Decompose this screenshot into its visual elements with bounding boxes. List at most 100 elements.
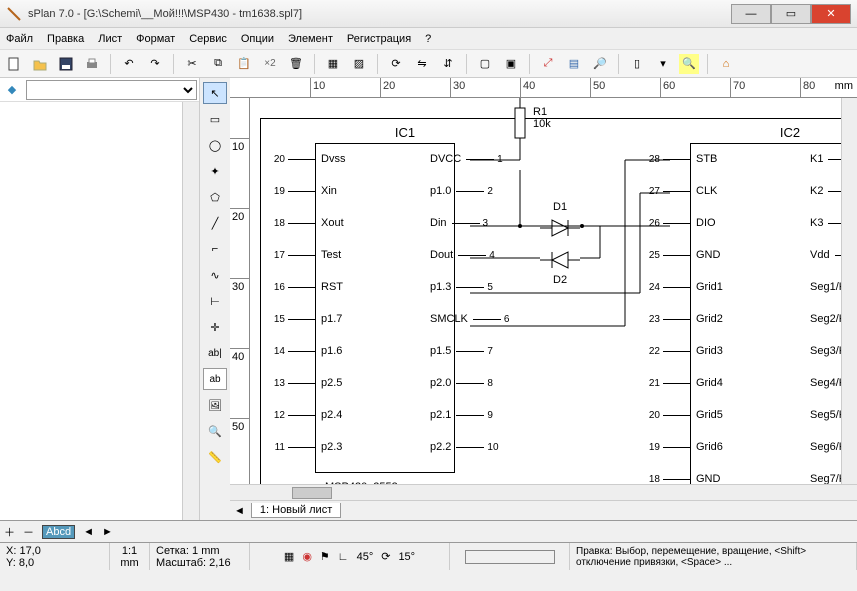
ungroup-icon[interactable]: ▣ bbox=[501, 54, 521, 74]
group-icon[interactable]: ▢ bbox=[475, 54, 495, 74]
vertical-scrollbar[interactable] bbox=[841, 98, 857, 484]
zoom-tool-icon[interactable]: 🔍 bbox=[679, 54, 699, 74]
paste-icon[interactable]: 📋 bbox=[234, 54, 254, 74]
menu-service[interactable]: Сервис bbox=[189, 33, 227, 45]
pin[interactable]: 19Xin bbox=[268, 185, 342, 197]
pin[interactable]: K3 bbox=[805, 217, 841, 229]
pin[interactable]: Vdd bbox=[805, 249, 841, 261]
library-icon[interactable]: ◆ bbox=[2, 80, 22, 100]
pin[interactable]: 23Grid2 bbox=[643, 313, 728, 325]
prev-icon[interactable]: ◄ bbox=[83, 526, 94, 538]
pin[interactable]: 9p2.1 bbox=[425, 409, 504, 421]
image-tool-icon[interactable]: 🖼 bbox=[203, 394, 227, 416]
angle-icon[interactable]: ∟ bbox=[338, 551, 349, 563]
polyline-tool-icon[interactable]: ⌐ bbox=[203, 238, 227, 260]
copy-icon[interactable]: ⧉ bbox=[208, 54, 228, 74]
dimension-tool-icon[interactable]: ⊢ bbox=[203, 290, 227, 312]
pin[interactable]: 16RST bbox=[268, 281, 348, 293]
pin[interactable]: 24Grid1 bbox=[643, 281, 728, 293]
bezier-tool-icon[interactable]: ∿ bbox=[203, 264, 227, 286]
menu-sheet[interactable]: Лист bbox=[98, 33, 122, 45]
dropdown-icon[interactable]: ▾ bbox=[653, 54, 673, 74]
pin[interactable]: 28STB bbox=[643, 153, 722, 165]
flip-h-icon[interactable]: ⇋ bbox=[412, 54, 432, 74]
minus-icon[interactable]: － bbox=[23, 524, 34, 540]
grid-icon[interactable]: ▦ bbox=[284, 550, 294, 563]
pin[interactable]: 11p2.3 bbox=[268, 441, 347, 453]
send-back-icon[interactable]: ▨ bbox=[349, 54, 369, 74]
abcd-icon[interactable]: Abcd bbox=[42, 525, 75, 539]
pin[interactable]: 12p2.4 bbox=[268, 409, 347, 421]
save-icon[interactable] bbox=[56, 54, 76, 74]
pin[interactable]: 8p2.0 bbox=[425, 377, 504, 389]
pin[interactable]: Seg7/Ks7 bbox=[805, 473, 841, 484]
pin[interactable]: 18Xout bbox=[268, 217, 349, 229]
pin[interactable]: 13p2.5 bbox=[268, 377, 347, 389]
pin[interactable]: 19Grid6 bbox=[643, 441, 728, 453]
menu-edit[interactable]: Правка bbox=[47, 33, 84, 45]
pin[interactable]: Seg1/Ks1 bbox=[805, 281, 841, 293]
pin[interactable]: 14p1.6 bbox=[268, 345, 347, 357]
pin[interactable]: 26DIO bbox=[643, 217, 721, 229]
zoom-icon[interactable]: 🔍 bbox=[203, 420, 227, 442]
pin[interactable]: 3Din bbox=[425, 217, 500, 229]
open-file-icon[interactable] bbox=[30, 54, 50, 74]
pin[interactable]: 10p2.2 bbox=[425, 441, 504, 453]
pin[interactable]: Seg2/Ks2 bbox=[805, 313, 841, 325]
pin[interactable]: 21Grid4 bbox=[643, 377, 728, 389]
pin[interactable]: 5p1.3 bbox=[425, 281, 504, 293]
rotate-icon[interactable]: ⟳ bbox=[386, 54, 406, 74]
library-list[interactable] bbox=[0, 102, 183, 520]
pin[interactable]: 15p1.7 bbox=[268, 313, 347, 325]
pin[interactable]: Seg4/Ks4 bbox=[805, 377, 841, 389]
d2-component[interactable] bbox=[540, 248, 580, 272]
text-label-icon[interactable]: ab| bbox=[203, 342, 227, 364]
zoom-fit-icon[interactable]: ⤢ bbox=[538, 54, 558, 74]
circle-tool-icon[interactable]: ◯ bbox=[203, 134, 227, 156]
pin[interactable]: 6SMCLK bbox=[425, 313, 521, 325]
pin[interactable]: Seg5/Ks5 bbox=[805, 409, 841, 421]
origin-icon[interactable]: ◉ bbox=[302, 550, 312, 563]
r1-component[interactable] bbox=[510, 98, 530, 158]
redo-icon[interactable]: ↷ bbox=[145, 54, 165, 74]
pin[interactable]: 22Grid3 bbox=[643, 345, 728, 357]
pin[interactable]: Seg6/Ks6 bbox=[805, 441, 841, 453]
pin[interactable]: Seg3/Ks3 bbox=[805, 345, 841, 357]
pin[interactable]: 2p1.0 bbox=[425, 185, 504, 197]
library-select[interactable] bbox=[26, 80, 197, 100]
next-icon[interactable]: ► bbox=[102, 526, 113, 538]
pin[interactable]: 20Dvss bbox=[268, 153, 350, 165]
polygon-tool-icon[interactable]: ⬠ bbox=[203, 186, 227, 208]
sheet-tab[interactable]: 1: Новый лист bbox=[251, 503, 341, 518]
pin[interactable]: K1 bbox=[805, 153, 841, 165]
select-tool-icon[interactable]: ↖ bbox=[203, 82, 227, 104]
bring-front-icon[interactable]: ▦ bbox=[323, 54, 343, 74]
close-button[interactable]: ✕ bbox=[811, 4, 851, 24]
page-icon[interactable]: ▯ bbox=[627, 54, 647, 74]
menu-format[interactable]: Формат bbox=[136, 33, 175, 45]
line-tool-icon[interactable]: ╱ bbox=[203, 212, 227, 234]
x2-icon[interactable]: ×2 bbox=[260, 54, 280, 74]
list-icon[interactable]: ▤ bbox=[564, 54, 584, 74]
delete-icon[interactable]: 🗑 bbox=[286, 54, 306, 74]
undo-icon[interactable]: ↶ bbox=[119, 54, 139, 74]
minimize-button[interactable]: — bbox=[731, 4, 771, 24]
freehand-tool-icon[interactable]: ✦ bbox=[203, 160, 227, 182]
maximize-button[interactable]: ▭ bbox=[771, 4, 811, 24]
node-tool-icon[interactable]: ✛ bbox=[203, 316, 227, 338]
print-icon[interactable] bbox=[82, 54, 102, 74]
rect-tool-icon[interactable]: ▭ bbox=[203, 108, 227, 130]
pin[interactable]: 25GND bbox=[643, 249, 725, 261]
pin[interactable]: 27CLK bbox=[643, 185, 722, 197]
pin[interactable]: 1DVCC bbox=[425, 153, 514, 165]
text-box-icon[interactable]: ab bbox=[203, 368, 227, 390]
pin[interactable]: 17Test bbox=[268, 249, 346, 261]
menu-options[interactable]: Опции bbox=[241, 33, 274, 45]
new-file-icon[interactable] bbox=[4, 54, 24, 74]
cut-icon[interactable]: ✂ bbox=[182, 54, 202, 74]
home-icon[interactable]: ⌂ bbox=[716, 54, 736, 74]
flag-icon[interactable]: ⚑ bbox=[320, 550, 330, 563]
drawing-canvas[interactable]: IC1 20Dvss19Xin18Xout17Test16RST15p1.714… bbox=[250, 98, 841, 484]
menu-file[interactable]: Файл bbox=[6, 33, 33, 45]
menu-help[interactable]: ? bbox=[425, 33, 431, 45]
